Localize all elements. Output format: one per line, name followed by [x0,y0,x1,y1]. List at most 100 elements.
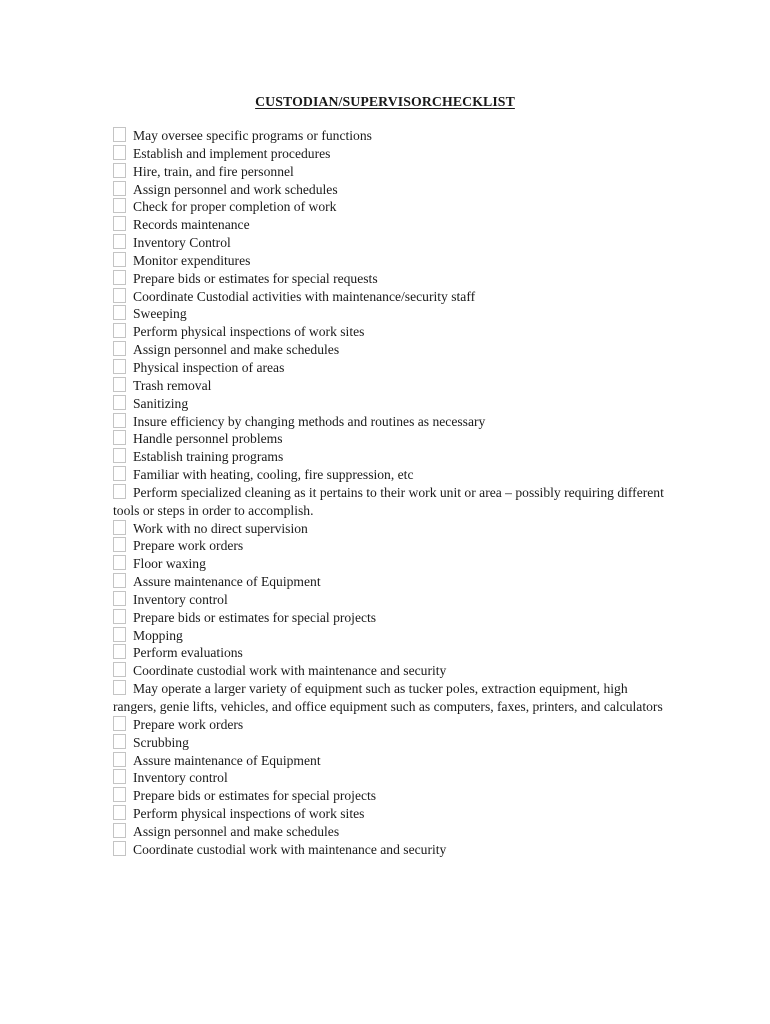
checklist-item-label: Prepare bids or estimates for special pr… [133,788,377,804]
checkbox-icon[interactable] [113,412,126,428]
checklist-item[interactable]: Monitor expenditures [113,251,673,270]
checklist-item-label: Perform physical inspections of work sit… [133,806,365,822]
checklist-item-label: Familiar with heating, cooling, fire sup… [133,467,414,483]
checklist-item[interactable]: Hire, train, and fire personnel [113,162,673,181]
checklist-item[interactable]: Assign personnel and make schedules [113,341,673,359]
checklist-item[interactable]: Inventory control [113,590,673,609]
checkbox-icon[interactable] [113,358,126,374]
checkbox-icon[interactable] [113,376,126,392]
checklist-item[interactable]: Assure maintenance of Equipment [113,751,673,770]
checklist-item-label: Assign personnel and work schedules [133,181,338,197]
checklist-item[interactable]: Handle personnel problems [113,430,673,448]
document-page: CUSTODIAN/SUPERVISORCHECKLIST May overse… [0,0,770,1024]
checklist-item-label: Floor waxing [133,556,206,572]
checklist-item-label: Inventory control [133,591,228,607]
checkbox-icon[interactable] [113,519,126,535]
checkbox-icon[interactable] [113,305,126,321]
checklist-item[interactable]: Perform physical inspections of work sit… [113,323,673,341]
checkbox-icon[interactable] [113,180,126,196]
checklist-item[interactable]: May operate a larger variety of equipmen… [113,680,673,716]
checkbox-icon[interactable] [113,555,126,571]
checkbox-icon[interactable] [113,394,126,410]
checkbox-icon[interactable] [113,715,126,731]
checklist-item[interactable]: Prepare bids or estimates for special pr… [113,608,673,627]
checklist-item[interactable]: Prepare bids or estimates for special pr… [113,787,673,805]
checkbox-icon[interactable] [113,483,126,499]
checkbox-icon[interactable] [113,287,126,303]
checkbox-icon[interactable] [113,341,126,357]
checklist-item[interactable]: Insure efficiency by changing methods an… [113,412,673,431]
checklist-item[interactable]: Assure maintenance of Equipment [113,573,673,591]
checklist-item[interactable]: Check for proper completion of work [113,198,673,216]
checklist-item-label: Mopping [133,627,183,643]
checkbox-icon[interactable] [113,680,126,696]
checklist-item-label: Coordinate Custodial activities with mai… [133,288,476,304]
checklist-item[interactable]: Assign personnel and work schedules [113,180,673,199]
checkbox-icon[interactable] [113,805,126,821]
checklist-item[interactable]: Mopping [113,626,673,645]
checkbox-icon[interactable] [113,162,126,178]
checklist-item[interactable]: Perform evaluations [113,644,673,662]
checkbox-icon[interactable] [113,644,126,660]
checklist-item[interactable]: Prepare work orders [113,537,673,555]
checklist-item[interactable]: Physical inspection of areas [113,358,673,377]
checklist-item-label: Assign personnel and make schedules [133,823,340,839]
checklist-item[interactable]: Establish training programs [113,448,673,466]
checklist-item[interactable]: Coordinate custodial work with maintenan… [113,840,673,859]
checklist-item-label: Coordinate custodial work with maintenan… [133,841,447,857]
checklist-item-label: Monitor expenditures [133,252,251,268]
checkbox-icon[interactable] [113,590,126,606]
checkbox-icon[interactable] [113,769,126,785]
checkbox-icon[interactable] [113,466,126,482]
checkbox-icon[interactable] [113,251,126,267]
checkbox-icon[interactable] [113,608,126,624]
checkbox-icon[interactable] [113,662,126,678]
checkbox-icon[interactable] [113,626,126,642]
checkbox-icon[interactable] [113,323,126,339]
checklist-item-label: Assure maintenance of Equipment [133,752,321,768]
checkbox-icon[interactable] [113,216,126,232]
checklist-item[interactable]: Inventory Control [113,234,673,252]
checklist-item[interactable]: Coordinate Custodial activities with mai… [113,287,673,306]
checkbox-icon[interactable] [113,537,126,553]
checkbox-icon[interactable] [113,733,126,749]
checklist-item[interactable]: Establish and implement procedures [113,144,673,163]
checklist-item-label: Prepare bids or estimates for special pr… [133,609,377,625]
checkbox-icon[interactable] [113,198,126,214]
checklist-item-label: Prepare work orders [133,538,244,554]
checklist-item-label: Inventory Control [133,235,231,251]
checkbox-icon[interactable] [113,144,126,160]
checklist-item[interactable]: Sweeping [113,305,673,323]
checkbox-icon[interactable] [113,822,126,838]
checklist-item[interactable]: Coordinate custodial work with maintenan… [113,662,673,680]
checklist-item-label: Perform evaluations [133,645,243,661]
checklist-item-label: Perform specialized cleaning as it perta… [113,484,664,518]
checklist-item[interactable]: Perform physical inspections of work sit… [113,805,673,823]
checklist-item[interactable]: Work with no direct supervision [113,519,673,538]
checklist-item[interactable]: Assign personnel and make schedules [113,822,673,841]
checkbox-icon[interactable] [113,787,126,803]
checklist-item[interactable]: May oversee specific programs or functio… [113,127,673,145]
checklist-item-label: Prepare work orders [133,716,244,732]
checklist-item[interactable]: Familiar with heating, cooling, fire sup… [113,466,673,484]
checkbox-icon[interactable] [113,234,126,250]
checklist-item[interactable]: Inventory control [113,769,673,787]
checklist-item[interactable]: Trash removal [113,376,673,395]
checklist-item[interactable]: Scrubbing [113,733,673,752]
checkbox-icon[interactable] [113,751,126,767]
checkbox-icon[interactable] [113,269,126,285]
checkbox-icon[interactable] [113,573,126,589]
checkbox-icon[interactable] [113,448,126,464]
checklist-item[interactable]: Perform specialized cleaning as it perta… [113,483,673,520]
checkbox-icon[interactable] [113,840,126,856]
checkbox-icon[interactable] [113,127,126,142]
checklist-item[interactable]: Records maintenance [113,216,673,234]
page-title: CUSTODIAN/SUPERVISORCHECKLIST [0,94,770,110]
checklist-item[interactable]: Floor waxing [113,555,673,573]
checklist-item-label: Work with no direct supervision [133,520,308,536]
checklist-item[interactable]: Prepare work orders [113,715,673,734]
checklist-item-label: Sweeping [133,306,187,322]
checklist-item[interactable]: Prepare bids or estimates for special re… [113,269,673,288]
checklist-item[interactable]: Sanitizing [113,394,673,413]
checkbox-icon[interactable] [113,430,126,446]
